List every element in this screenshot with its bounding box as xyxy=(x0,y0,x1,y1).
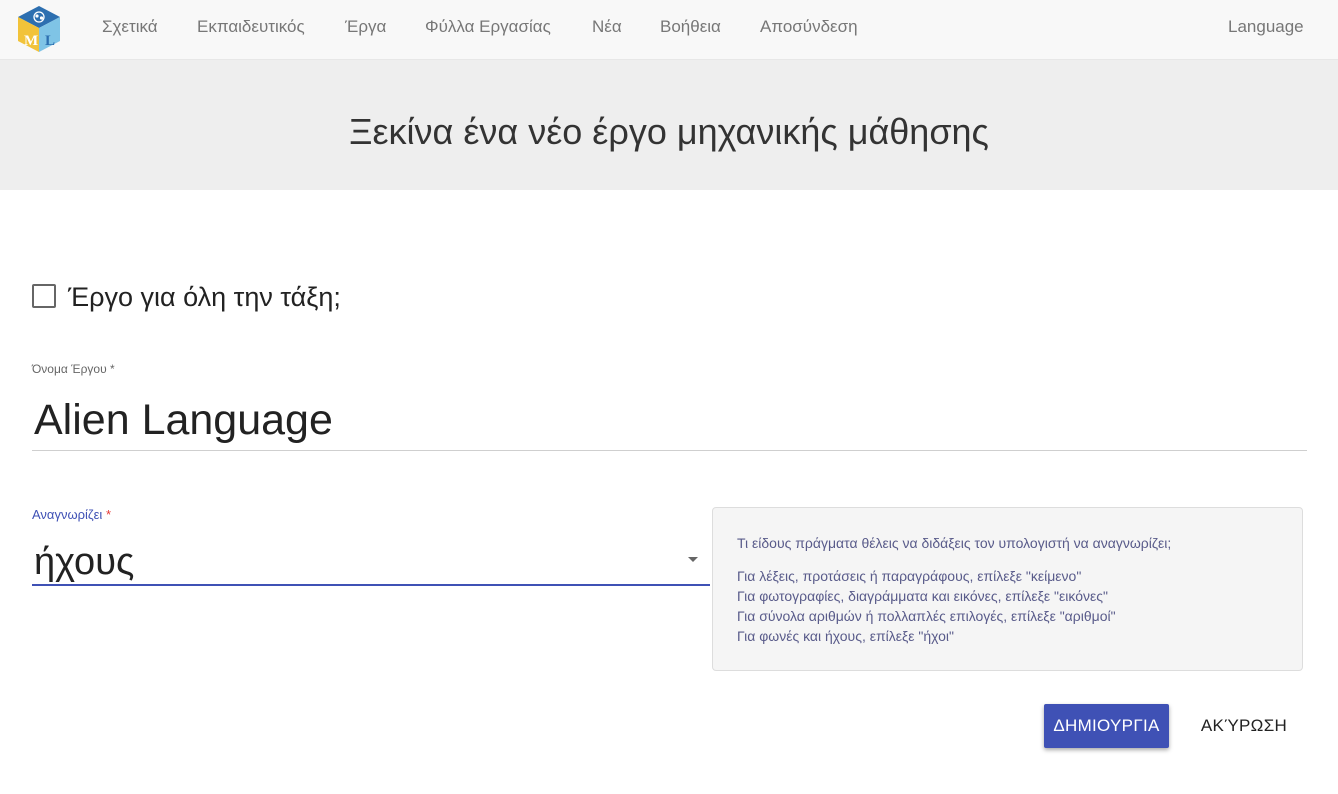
nav-language-menu[interactable]: Language xyxy=(1228,17,1304,37)
project-name-label-text: Όνομα Έργου xyxy=(32,362,107,376)
help-line-sounds: Για φωνές και ήχους, επίλεξε "ήχοι" xyxy=(737,628,954,644)
create-button[interactable]: ΔΗΜΙΟΥΡΓΙΑ xyxy=(1044,704,1169,748)
help-panel: Τι είδους πράγματα θέλεις να διδάξεις το… xyxy=(712,507,1303,671)
logo-letter-m: M xyxy=(24,33,38,49)
page-header-banner: Ξεκίνα ένα νέο έργο μηχανικής μάθησης xyxy=(0,60,1338,190)
help-line-numbers: Για σύνολα αριθμών ή πολλαπλές επιλογές,… xyxy=(737,608,1116,624)
cancel-button[interactable]: ΑΚΎΡΩΣΗ xyxy=(1188,704,1300,748)
nav-link-news[interactable]: Νέα xyxy=(592,17,622,37)
help-question: Τι είδους πράγματα θέλεις να διδάξεις το… xyxy=(737,535,1172,551)
nav-link-about[interactable]: Σχετικά xyxy=(102,17,158,37)
recognises-select-underline xyxy=(32,584,710,586)
recognises-select[interactable]: ήχους xyxy=(34,538,134,586)
help-line-images: Για φωτογραφίες, διαγράμματα και εικόνες… xyxy=(737,588,1108,604)
class-project-checkbox[interactable] xyxy=(32,284,56,308)
logo-letter-l: L xyxy=(45,33,55,49)
class-project-label[interactable]: Έργο για όλη την τάξη; xyxy=(68,280,341,314)
nav-link-teacher[interactable]: Εκπαιδευτικός xyxy=(197,17,305,37)
recognises-label-text: Αναγνωρίζει xyxy=(32,507,103,522)
required-marker: * xyxy=(105,507,111,522)
logo-icon[interactable]: M L xyxy=(16,4,62,54)
dropdown-arrow-icon[interactable] xyxy=(688,557,698,562)
recognises-label: Αναγνωρίζει * xyxy=(32,507,111,522)
page-title: Ξεκίνα ένα νέο έργο μηχανικής μάθησης xyxy=(349,111,989,152)
project-name-underline xyxy=(32,450,1307,451)
nav-link-help[interactable]: Βοήθεια xyxy=(660,17,721,37)
nav-link-projects[interactable]: Έργα xyxy=(345,17,386,37)
nav-link-logout[interactable]: Αποσύνδεση xyxy=(760,17,858,37)
project-name-label: Όνομα Έργου * xyxy=(32,362,115,376)
help-line-text: Για λέξεις, προτάσεις ή παραγράφους, επί… xyxy=(737,568,1082,584)
required-marker: * xyxy=(109,362,115,376)
project-name-input[interactable]: Alien Language xyxy=(34,393,333,447)
nav-link-worksheets[interactable]: Φύλλα Εργασίας xyxy=(425,17,551,37)
top-navbar: M L Σχετικά Εκπαιδευτικός Έργα Φύλλα Εργ… xyxy=(0,0,1338,60)
